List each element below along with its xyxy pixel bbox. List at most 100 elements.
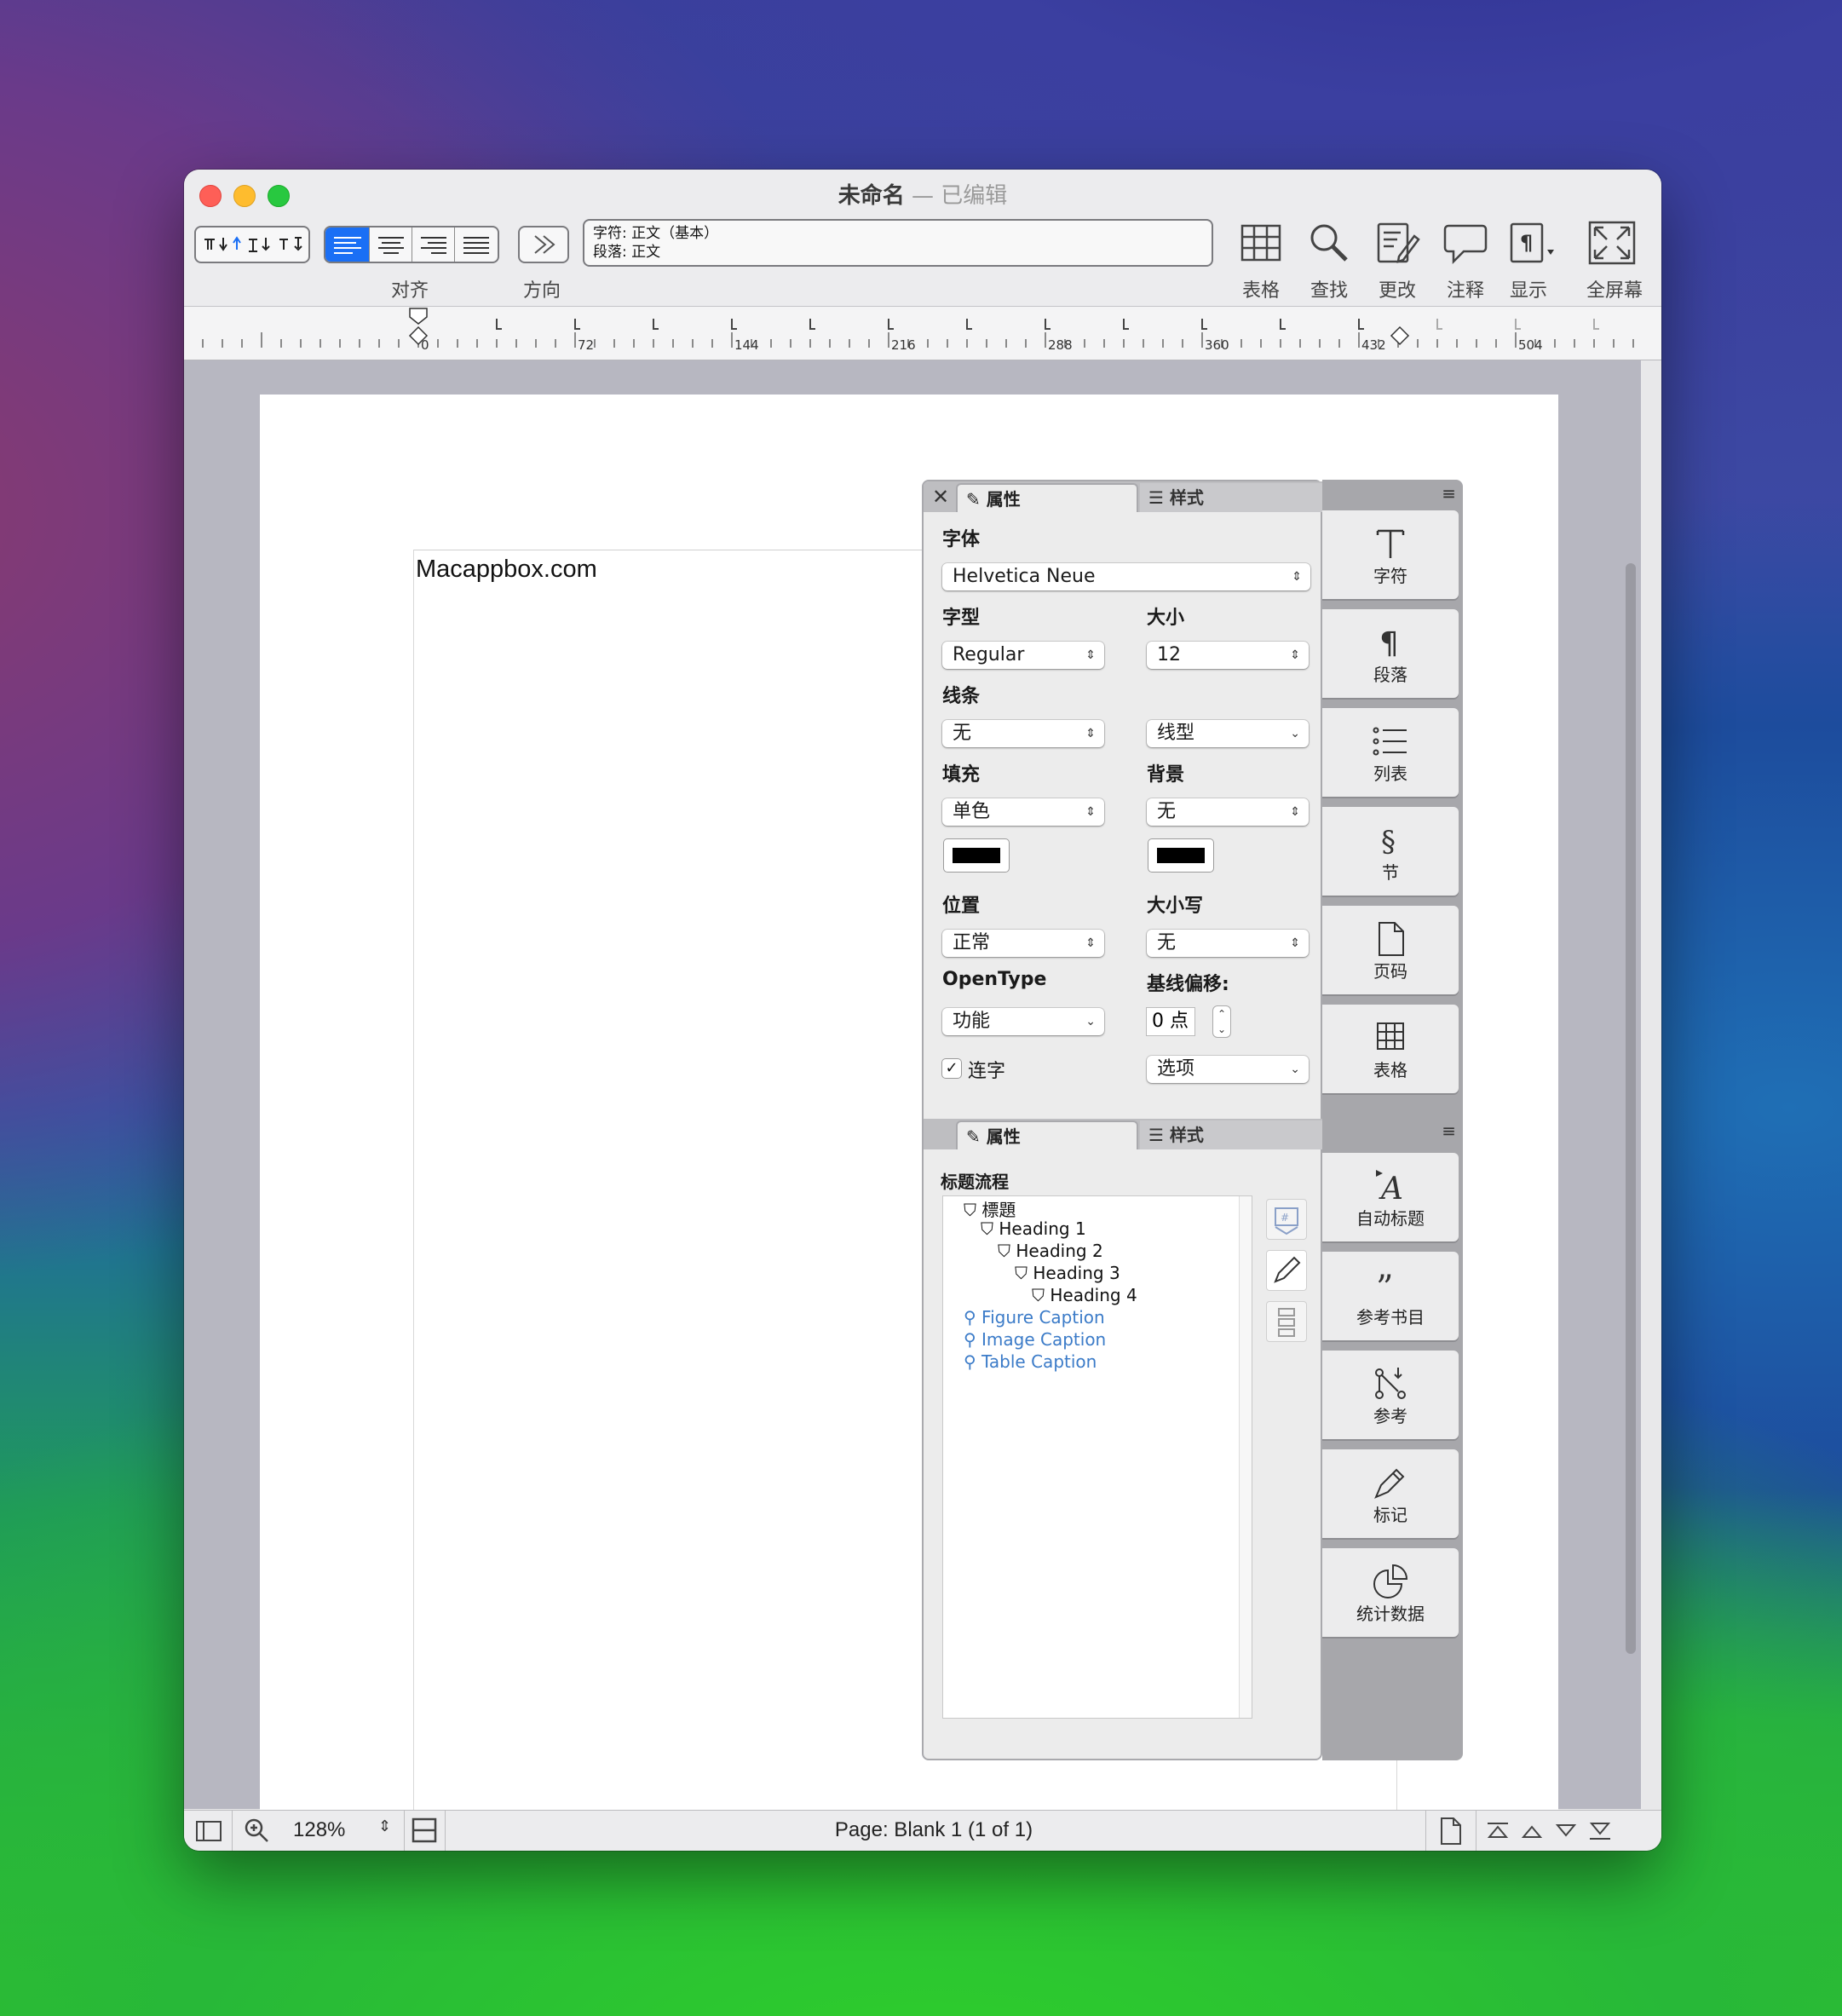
ruler[interactable]: 0 72 144 216 288 360 432 504 (184, 307, 1661, 360)
caption-pin-icon: ⚲ (964, 1329, 976, 1350)
align-justify-button[interactable] (455, 228, 498, 262)
font-popup[interactable]: Helvetica Neue ⇕ (942, 563, 1310, 590)
toolbar-button-display[interactable]: ¶ 显示 (1501, 217, 1566, 302)
numbering-button[interactable]: # (1266, 1199, 1307, 1240)
align-right-button[interactable] (412, 228, 455, 262)
last-page-icon[interactable] (1588, 1818, 1612, 1844)
side-label: 节 (1382, 862, 1399, 883)
window-title: 未命名 — 已编辑 (184, 178, 1661, 210)
toolbar-button-changes[interactable]: 更改 (1365, 217, 1430, 302)
tree-item[interactable]: ⛉ Heading 2 (998, 1241, 1103, 1261)
heading-style-icon: ⛉ (998, 1241, 1010, 1261)
side-button-auto-heading[interactable]: A 自动标题 (1322, 1153, 1459, 1241)
toolbar-button-comment[interactable]: 注释 (1433, 217, 1498, 302)
side-button-statistics[interactable]: 统计数据 (1322, 1548, 1459, 1637)
sidebar-menu-icon-2[interactable]: ≡ (1442, 1120, 1456, 1141)
page-icon[interactable] (1438, 1817, 1464, 1846)
side-label: 字符 (1373, 566, 1407, 586)
side-button-paragraph[interactable]: ¶ 段落 (1322, 609, 1459, 698)
tree-item[interactable]: ⚲ Figure Caption (964, 1307, 1105, 1328)
document-name: 未命名 (838, 183, 905, 209)
next-page-icon[interactable] (1554, 1818, 1578, 1844)
align-center-button[interactable] (370, 228, 412, 262)
tab-styles-label: 样式 (1169, 487, 1204, 508)
align-left-button[interactable] (325, 228, 370, 262)
ruler-mark: 432 (1361, 337, 1386, 353)
heading-style-icon: ⛉ (981, 1218, 993, 1239)
ruler-mark: 288 (1048, 337, 1073, 353)
side-label: 标记 (1373, 1505, 1407, 1525)
opentype-popup[interactable]: 功能 ⌄ (942, 1008, 1104, 1035)
strike-popup[interactable]: 无 ⇕ (942, 720, 1104, 747)
edit-heading-button[interactable] (1266, 1250, 1307, 1291)
pilcrow-icon: ¶ (1510, 222, 1554, 263)
tab-properties-label-2: 属性 (986, 1126, 1021, 1147)
font-label: 字体 (942, 529, 981, 550)
tree-item[interactable]: ⛉ Heading 3 (1015, 1263, 1120, 1283)
side-button-page-number[interactable]: 页码 (1322, 906, 1459, 994)
reference-icon (1375, 1368, 1406, 1399)
side-button-reference[interactable]: 参考 (1322, 1351, 1459, 1439)
split-heading-button[interactable] (1266, 1301, 1307, 1342)
ligature-checkbox[interactable]: ✓ (942, 1059, 961, 1078)
inspector-top-tabs: ✕ ✎ 属性 ☰ 样式 (924, 481, 1324, 512)
tree-item[interactable]: ⚲ Image Caption (964, 1329, 1106, 1350)
inspector-close-button[interactable]: ✕ (927, 483, 954, 510)
align-right-icon (421, 237, 446, 254)
track-changes-icon (1377, 222, 1420, 263)
side-button-section[interactable]: § 节 (1322, 807, 1459, 896)
tree-item[interactable]: ⚲ Table Caption (964, 1351, 1097, 1372)
side-button-list[interactable]: 列表 (1322, 708, 1459, 797)
case-popup[interactable]: 无 ⇕ (1147, 930, 1309, 957)
fill-label: 填充 (942, 764, 981, 786)
fill-color-well[interactable] (944, 839, 1009, 872)
ligature-label: 连字 (968, 1061, 1006, 1082)
position-popup[interactable]: 正常 ⇕ (942, 930, 1104, 957)
size-popup[interactable]: 12 ⇕ (1147, 642, 1309, 669)
side-label: 段落 (1373, 665, 1407, 685)
tab-styles-2[interactable]: ☰ 样式 (1140, 1120, 1322, 1149)
tree-item[interactable]: ⛉ Heading 1 (981, 1218, 1086, 1239)
line-spacing-control[interactable] (194, 226, 310, 263)
tree-item[interactable]: ⛉ 標題 (964, 1196, 1016, 1221)
toolbar-button-fullscreen[interactable]: 全屏幕 (1578, 217, 1651, 302)
title-bar: 未命名 — 已编辑 对齐 方向 字符: 正文（基本） 段落: 正文 表格 查找 … (184, 170, 1661, 307)
baseline-stepper[interactable]: ⌃ ⌄ (1213, 1006, 1230, 1037)
heading-flow-tree[interactable]: ⛉ 標題 ⛉ Heading 1 ⛉ Heading 2 ⛉ Heading 3… (942, 1195, 1252, 1719)
toolbar-button-find[interactable]: 查找 (1297, 217, 1361, 302)
inspector-body: ✕ ✎ 属性 ☰ 样式 字体 Helvetica Neue ⇕ 字型 大小 Reg… (922, 480, 1324, 1760)
tab-properties[interactable]: ✎ 属性 (956, 483, 1138, 512)
character-style-info: 字符: 正文（基本） (593, 225, 719, 242)
direction-button[interactable] (518, 226, 569, 263)
tree-scrollbar[interactable] (1239, 1196, 1252, 1718)
title-separator: — (904, 183, 941, 209)
baseline-field[interactable]: 0 点 (1147, 1008, 1194, 1035)
first-page-icon[interactable] (1486, 1818, 1510, 1844)
background-popup[interactable]: 无 ⇕ (1147, 798, 1309, 826)
previous-page-icon[interactable] (1520, 1818, 1544, 1844)
tree-item[interactable]: ⛉ Heading 4 (1032, 1285, 1137, 1305)
inspector-bottom-tabs: ✎ 属性 ☰ 样式 (924, 1119, 1324, 1149)
style-info-box[interactable]: 字符: 正文（基本） 段落: 正文 (583, 219, 1213, 267)
tab-properties-2[interactable]: ✎ 属性 (956, 1120, 1138, 1149)
typeface-popup[interactable]: Regular ⇕ (942, 642, 1104, 669)
numbering-icon: # (1275, 1207, 1298, 1236)
sidebar-menu-icon[interactable]: ≡ (1442, 483, 1456, 504)
line-style-popup[interactable]: 线型 ⌄ (1147, 720, 1309, 747)
character-icon (1376, 529, 1405, 558)
document-text[interactable]: Macappbox.com (416, 556, 597, 584)
toolbar-button-table[interactable]: 表格 (1229, 217, 1293, 302)
side-button-marker[interactable]: 标记 (1322, 1449, 1459, 1538)
fill-popup[interactable]: 单色 ⇕ (942, 798, 1104, 826)
side-button-bibliography[interactable]: ” 参考书目 (1322, 1252, 1459, 1340)
svg-text:¶: ¶ (1379, 626, 1399, 661)
side-button-character[interactable]: 字符 (1322, 510, 1459, 599)
side-label: 统计数据 (1356, 1604, 1425, 1624)
tab-styles[interactable]: ☰ 样式 (1140, 483, 1322, 512)
tab-styles-label-2: 样式 (1169, 1125, 1204, 1145)
side-button-table[interactable]: 表格 (1322, 1005, 1459, 1093)
background-color-well[interactable] (1148, 839, 1213, 872)
case-label: 大小写 (1147, 896, 1204, 917)
vertical-scrollbar[interactable] (1626, 563, 1636, 1654)
options-popup[interactable]: 选项 ⌄ (1147, 1056, 1309, 1083)
